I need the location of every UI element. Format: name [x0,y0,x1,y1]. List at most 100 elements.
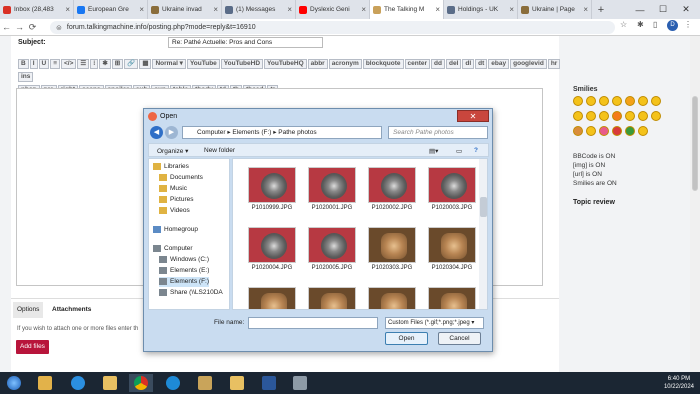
forward-icon[interactable]: → [13,22,26,32]
bbcode-button[interactable]: acronym [328,59,362,69]
file-item[interactable]: P1020303.JPG [359,227,417,284]
internet-explorer-icon[interactable] [66,374,90,392]
smiley-icon[interactable] [625,126,635,136]
close-tab-icon[interactable]: × [509,5,514,14]
search-input[interactable]: Search Pathe photos [388,126,488,139]
browser-tab[interactable]: Dyslexic Geni × [296,0,370,19]
bbcode-button[interactable]: ≡ [50,59,61,69]
file-item[interactable]: P1020004.JPG [239,227,297,284]
tab-options[interactable]: Options [13,302,44,318]
chrome-taskbar-icon[interactable] [129,374,153,392]
close-tab-icon[interactable]: × [213,5,218,14]
bbcode-button[interactable]: </> [61,59,77,69]
bbcode-button[interactable]: ☰ [77,59,90,69]
back-icon[interactable]: ← [0,22,13,32]
photos-icon[interactable] [225,374,249,392]
bbcode-button[interactable]: ⁝ [90,59,99,69]
bbcode-button[interactable]: ebay [488,59,510,69]
bbcode-button[interactable]: hr [547,59,561,69]
browser-tab[interactable]: Holdings - UK × [444,0,518,19]
file-item[interactable] [359,287,417,309]
smiley-icon[interactable] [599,96,609,106]
file-list-scrollbar[interactable] [479,159,487,309]
help-icon[interactable]: ? [474,147,478,154]
minimize-button[interactable]: — [629,0,651,19]
bbcode-button[interactable]: center [404,59,431,69]
file-item[interactable]: P1010999.JPG [239,167,297,224]
tree-item[interactable]: Documents [159,173,203,183]
new-folder-button[interactable]: New folder [204,147,235,154]
browser-tab[interactable]: (1) Messages × [222,0,296,19]
file-item[interactable]: P1020003.JPG [419,167,477,224]
close-tab-icon[interactable]: × [435,5,440,14]
bbcode-button[interactable]: googlevid [510,59,547,69]
smiley-icon[interactable] [573,96,583,106]
close-tab-icon[interactable]: × [139,5,144,14]
bbcode-button[interactable]: blockquote [362,59,404,69]
tree-item[interactable]: Computer [153,244,193,254]
smiley-icon[interactable] [586,111,596,121]
browser-tab[interactable]: Ukraine invad × [148,0,222,19]
smiley-icon[interactable] [599,126,609,136]
topic-review-heading[interactable]: Topic review [573,199,615,206]
edge-icon[interactable] [161,374,185,392]
tree-item[interactable]: Pictures [159,195,193,205]
tree-item[interactable]: Windows (C:) [159,255,209,265]
bbcode-button[interactable]: dt [475,59,488,69]
smiley-icon[interactable] [651,96,661,106]
bbcode-button[interactable]: 🔗 [124,59,139,69]
tree-item[interactable]: Music [159,184,187,194]
url-field[interactable]: ⊜ forum.talkingmachine.info/posting.php?… [50,21,615,34]
smiley-icon[interactable] [573,126,583,136]
smiley-icon[interactable] [573,111,583,121]
back-icon[interactable]: ◀ [150,126,163,139]
tree-item[interactable]: Libraries [153,162,189,172]
bbcode-button[interactable]: I [29,59,38,69]
file-item[interactable]: P1020001.JPG [299,167,357,224]
add-files-button[interactable]: Add files [16,340,49,354]
organize-button[interactable]: Organize ▾ [157,147,188,155]
browser-tab[interactable]: Inbox (28,483 × [0,0,74,19]
open-button[interactable]: Open [385,332,428,345]
smiley-icon[interactable] [625,111,635,121]
preview-pane-icon[interactable]: ▭ [456,147,462,155]
close-tab-icon[interactable]: × [361,5,366,14]
file-item[interactable] [239,287,297,309]
smiley-icon[interactable] [625,96,635,106]
bbcode-button[interactable]: U [38,59,50,69]
smiley-icon[interactable] [612,126,622,136]
file-item[interactable]: P1020002.JPG [359,167,417,224]
smiley-icon[interactable] [638,96,648,106]
scroll-thumb[interactable] [692,96,698,191]
tree-item[interactable]: Elements (E:) [159,266,209,276]
file-item[interactable]: P1020005.JPG [299,227,357,284]
dialog-close-button[interactable]: ✕ [457,110,489,122]
reload-icon[interactable]: ⟳ [26,22,39,33]
smiley-icon[interactable] [612,111,622,121]
explorer-icon[interactable] [33,374,57,392]
tree-item[interactable]: Videos [159,206,190,216]
bbcode-button[interactable]: YouTubeHQ [264,59,307,69]
close-tab-icon[interactable]: × [583,5,588,14]
subject-input[interactable]: Re: Pathé Actuelle: Pros and Cons [168,37,323,48]
smiley-icon[interactable] [651,111,661,121]
bbcode-button[interactable]: YouTubeHD [220,59,264,69]
bbcode-button[interactable]: ins [18,72,34,82]
view-icon[interactable]: ▤▾ [429,147,438,155]
bbcode-button[interactable]: B [18,59,29,69]
app-icon[interactable] [193,374,217,392]
close-tab-icon[interactable]: × [287,5,292,14]
bbcode-button[interactable]: dl [462,59,475,69]
smiley-icon[interactable] [638,126,648,136]
file-type-select[interactable]: Custom Files (*.gif;*.png;*.jpeg ▾ [385,317,484,329]
word-icon[interactable] [257,374,281,392]
smiley-icon[interactable] [612,96,622,106]
clock[interactable]: 6:40 PM 10/22/2024 [664,375,694,391]
bbcode-button[interactable]: ▦ [139,59,152,69]
tree-item[interactable]: Share (\\LS210DA [159,288,223,298]
tab-attachments[interactable]: Attachments [48,302,96,318]
start-button[interactable] [2,374,26,392]
bbcode-button[interactable]: del [445,59,462,69]
smiley-icon[interactable] [586,96,596,106]
extensions-icon[interactable]: ✱ [637,20,644,29]
